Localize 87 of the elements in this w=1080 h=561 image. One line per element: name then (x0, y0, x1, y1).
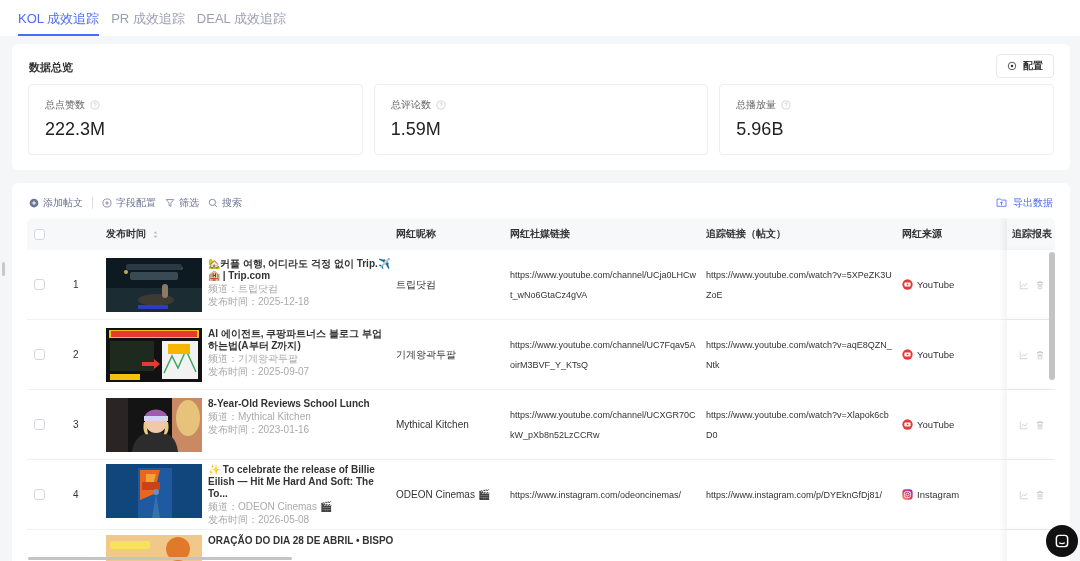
source-label: YouTube (917, 419, 955, 431)
line-chart-icon (1019, 279, 1029, 290)
chat-icon (1053, 532, 1071, 550)
column-header: 网红昵称 (396, 227, 436, 242)
post-title: 8-Year-Old Reviews School Lunch (208, 397, 370, 410)
folder-upload-icon (996, 197, 1007, 209)
table-cell-text: https://www.youtube.com/channel/UC7Fqav5AoirM3BVF_Y_KTsQ (509, 338, 697, 372)
stat-label: 总播放量 (736, 98, 777, 112)
table-cell-text: 기계왕곽두팔 (395, 347, 457, 362)
instagram-icon (902, 489, 913, 501)
source-label: Instagram (917, 489, 960, 501)
stat-value: 222.3M (45, 119, 107, 140)
resize-handle[interactable] (2, 262, 5, 276)
post-channel: 频道：트립닷컴 (208, 282, 279, 295)
line-chart-icon (1019, 349, 1029, 360)
post-channel: 频道：ODEON Cinemas 🎬 (208, 500, 333, 513)
line-chart-icon (1019, 419, 1029, 430)
tab[interactable]: PR 成效追踪 (111, 0, 185, 36)
scrollbar[interactable] (1049, 252, 1055, 381)
table-cell-text: https://www.youtube.com/channel/UCja0LHCwt_wNo6GtaCz4gVA (509, 268, 698, 302)
youtube-icon (902, 279, 913, 291)
stat-label: 总点赞数 (45, 98, 85, 112)
toolbar-button[interactable]: 筛选 (165, 195, 199, 210)
column-header[interactable]: 发布时间 (106, 227, 146, 242)
youtube-icon (902, 349, 913, 361)
toolbar-button[interactable]: 添加帖文 (29, 195, 83, 210)
column-header: 网红社媒链接 (510, 227, 570, 242)
checkbox[interactable] (34, 349, 45, 361)
config-button[interactable]: 配置 (996, 54, 1054, 78)
column-header: 网红来源 (902, 227, 942, 242)
sort-icon (151, 229, 160, 239)
table-cell-text: 트립닷컴 (395, 277, 437, 292)
source-label: YouTube (917, 279, 955, 291)
line-chart-icon (1019, 489, 1029, 500)
post-date: 发布时间：2023-01-16 (208, 423, 311, 436)
row-number: 4 (72, 489, 80, 501)
scrollbar[interactable] (28, 557, 292, 560)
checkbox[interactable] (34, 279, 45, 291)
settings-icon (1007, 61, 1017, 71)
row-number: 2 (72, 349, 80, 361)
table-cell-text: https://www.youtube.com/watch?v=Xlapok6cbD0 (705, 408, 890, 442)
tab[interactable]: DEAL 成效追踪 (196, 0, 286, 36)
table-cell-text: https://www.youtube.com/watch?v=5XPeZK3UZoE (705, 268, 893, 302)
source-label: YouTube (917, 349, 955, 361)
column-header: 追踪链接（帖文） (706, 227, 786, 242)
post-title: ✨ To celebrate the release of Billie Eilish — Hit Me Hard And Soft: The To... (208, 463, 376, 500)
search-icon (208, 197, 218, 208)
export-button[interactable]: 导出数据 (996, 195, 1053, 210)
table-cell-text: Mythical Kitchen (395, 419, 470, 431)
checkbox[interactable] (34, 419, 45, 431)
toolbar-button[interactable]: 字段配置 (102, 195, 156, 210)
column-header: 追踪报表 (1012, 227, 1052, 242)
post-date: 发布时间：2025-12-18 (208, 295, 311, 308)
table-cell-text: ODEON Cinemas 🎬 (395, 489, 491, 501)
help-icon (90, 100, 100, 110)
post-channel: 频道：기계왕곽두팔 (208, 352, 299, 365)
filter-icon (165, 197, 175, 208)
trash-icon (1035, 419, 1045, 430)
add-circle-icon (102, 197, 112, 208)
trash-icon (1035, 349, 1045, 360)
youtube-icon (902, 419, 913, 431)
add-icon (29, 197, 39, 208)
post-channel: 频道：Mythical Kitchen (208, 410, 312, 423)
trash-icon (1035, 489, 1045, 500)
chat-button[interactable] (1046, 525, 1078, 557)
post-date: 发布时间：2025-09-07 (208, 365, 311, 378)
post-title: AI 에이전트, 쿠팡파트너스 블로그 부업 하는법(A부터 Z까지) (208, 327, 383, 352)
checkbox[interactable] (34, 228, 45, 240)
stat-value: 5.96B (736, 119, 785, 140)
tab[interactable]: KOL 成效追踪 (18, 0, 100, 36)
row-number: 3 (72, 419, 80, 431)
toolbar-button[interactable]: 搜索 (208, 195, 242, 210)
post-title: ORAÇÃO DO DIA 28 DE ABRIL • BISPO (208, 535, 391, 548)
table-cell-text: https://www.youtube.com/watch?v=aqE8QZN_Ntk (705, 338, 893, 372)
help-icon (781, 100, 792, 110)
stat-value: 1.59M (390, 119, 442, 140)
stat-label: 总评论数 (390, 98, 431, 112)
section-title: 数据总览 (29, 60, 73, 75)
table-cell-text: https://www.instagram.com/odeoncinemas/ (509, 488, 683, 502)
post-title: 🏡커플 여행, 어디라도 걱정 없이 Trip.✈🏨 | Trip.com (208, 257, 391, 282)
help-icon (435, 100, 446, 110)
table-cell-text: https://www.instagram.com/p/DYEknGfDj81/ (705, 488, 884, 502)
post-date: 发布时间：2026-05-08 (208, 513, 311, 526)
table-cell-text: https://www.youtube.com/channel/UCXGR70CkW_pXb8n52LzCCRw (509, 408, 697, 442)
checkbox[interactable] (34, 489, 45, 501)
trash-icon (1035, 279, 1045, 290)
row-number: 1 (72, 279, 80, 291)
